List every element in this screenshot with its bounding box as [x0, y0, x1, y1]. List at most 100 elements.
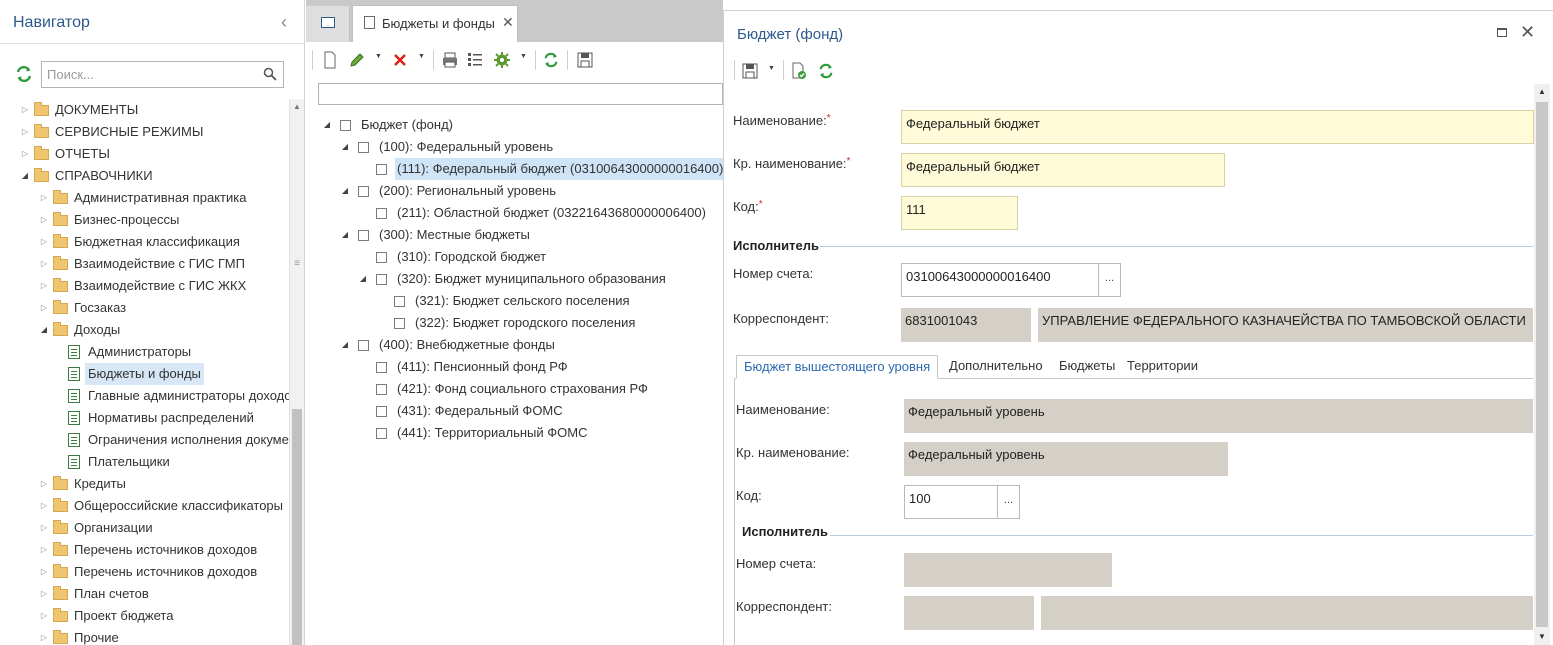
- expand-arrow-icon[interactable]: ▷: [20, 121, 30, 143]
- filter-field[interactable]: [318, 83, 723, 105]
- node-checkbox[interactable]: [376, 405, 387, 417]
- settings-dropdown-arrow-icon[interactable]: ▼: [520, 53, 527, 60]
- node-checkbox[interactable]: [376, 207, 387, 219]
- tree-node-400[interactable]: ◢ (400): Внебюджетные фонды: [340, 334, 555, 356]
- tree-node-421[interactable]: (421): Фонд социального страхования РФ: [358, 378, 648, 400]
- collapse-arrow-icon[interactable]: ◢: [340, 136, 350, 158]
- nav-item-goszakaz[interactable]: ▷ Госзаказ: [39, 297, 126, 319]
- settings-gear-icon[interactable]: [493, 51, 511, 69]
- nav-item-main-administrators[interactable]: Главные администраторы доходов: [64, 385, 289, 407]
- delete-dropdown-arrow-icon[interactable]: ▼: [418, 53, 425, 60]
- expand-arrow-icon[interactable]: ▷: [39, 583, 49, 605]
- nav-item-budgets-and-funds[interactable]: Бюджеты и фонды: [64, 363, 204, 385]
- collapse-arrow-icon[interactable]: ◢: [322, 114, 332, 136]
- nav-item-income[interactable]: ◢ Доходы: [39, 319, 120, 341]
- collapse-arrow-icon[interactable]: ◢: [340, 224, 350, 246]
- collapse-arrow-icon[interactable]: ◢: [340, 334, 350, 356]
- tree-node-111[interactable]: (111): Федеральный бюджет (0310064300000…: [358, 158, 723, 180]
- tab-budgets-and-funds[interactable]: Бюджеты и фонды ✕: [352, 5, 518, 42]
- short-name-field[interactable]: Федеральный бюджет: [901, 153, 1225, 187]
- refresh-icon[interactable]: [14, 64, 34, 84]
- node-checkbox[interactable]: [358, 339, 369, 351]
- navigator-scrollbar[interactable]: ▲ ≡: [289, 99, 304, 645]
- code-field[interactable]: 111: [901, 196, 1018, 230]
- scroll-up-arrow-icon[interactable]: ▲: [1534, 84, 1550, 100]
- scrollbar-thumb[interactable]: [292, 409, 302, 645]
- tab-budgets[interactable]: Бюджеты: [1055, 355, 1119, 379]
- tab-parent-budget[interactable]: Бюджет вышестоящего уровня: [736, 355, 939, 379]
- expand-arrow-icon[interactable]: ▷: [20, 143, 30, 165]
- collapse-arrow-icon[interactable]: ◢: [39, 319, 49, 341]
- save-icon[interactable]: [742, 62, 758, 80]
- expand-arrow-icon[interactable]: ▷: [39, 275, 49, 297]
- nav-item-organizations[interactable]: ▷ Организации: [39, 517, 153, 539]
- account-field[interactable]: 03100643000000016400: [901, 263, 1099, 297]
- tree-node-300[interactable]: ◢ (300): Местные бюджеты: [340, 224, 530, 246]
- node-checkbox[interactable]: [376, 427, 387, 439]
- save-dropdown-arrow-icon[interactable]: ▼: [768, 65, 775, 72]
- tree-node-320[interactable]: ◢ (320): Бюджет муниципального образован…: [358, 268, 666, 290]
- search-icon[interactable]: [263, 67, 277, 81]
- tree-node-321[interactable]: (321): Бюджет сельского поселения: [376, 290, 630, 312]
- nav-item-reports[interactable]: ▷ ОТЧЕТЫ: [20, 143, 110, 165]
- node-checkbox[interactable]: [358, 185, 369, 197]
- nav-item-service-modes[interactable]: ▷ СЕРВИСНЫЕ РЕЖИМЫ: [20, 121, 203, 143]
- nav-item-other[interactable]: ▷ Прочие: [39, 627, 119, 645]
- expand-arrow-icon[interactable]: ▷: [39, 517, 49, 539]
- scroll-down-arrow-icon[interactable]: ▼: [1534, 629, 1550, 645]
- check-document-icon[interactable]: [790, 62, 808, 80]
- node-checkbox[interactable]: [394, 295, 405, 307]
- save-icon[interactable]: [577, 51, 593, 69]
- expand-arrow-icon[interactable]: ▷: [39, 253, 49, 275]
- nav-item-payers[interactable]: Плательщики: [64, 451, 170, 473]
- collapse-arrow-icon[interactable]: ◢: [358, 268, 368, 290]
- edit-pencil-icon[interactable]: [348, 51, 366, 69]
- splitter-grip-icon[interactable]: ≡: [291, 259, 303, 269]
- expand-arrow-icon[interactable]: ▷: [39, 231, 49, 253]
- form-scrollbar[interactable]: ▲ ▼: [1534, 84, 1550, 645]
- nav-item-admin-practice[interactable]: ▷ Административная практика: [39, 187, 246, 209]
- tree-node-100[interactable]: ◢ (100): Федеральный уровень: [340, 136, 553, 158]
- new-document-icon[interactable]: [323, 51, 337, 69]
- nav-item-chart-of-accounts[interactable]: ▷ План счетов: [39, 583, 149, 605]
- navigator-search-field[interactable]: [41, 61, 284, 88]
- tree-node-211[interactable]: (211): Областной бюджет (032216436800000…: [358, 202, 706, 224]
- expand-arrow-icon[interactable]: ▷: [39, 187, 49, 209]
- tree-node-322[interactable]: (322): Бюджет городского поселения: [376, 312, 635, 334]
- node-checkbox[interactable]: [376, 383, 387, 395]
- tree-node-root[interactable]: ◢ Бюджет (фонд): [322, 114, 453, 136]
- close-icon[interactable]: ✕: [1520, 22, 1535, 43]
- edit-dropdown-arrow-icon[interactable]: ▼: [375, 53, 382, 60]
- tab-desktop[interactable]: [306, 6, 350, 42]
- expand-arrow-icon[interactable]: ▷: [39, 473, 49, 495]
- nav-item-budget-classification[interactable]: ▷ Бюджетная классификация: [39, 231, 240, 253]
- nav-item-gis-zhkh[interactable]: ▷ Взаимодействие с ГИС ЖКХ: [39, 275, 246, 297]
- refresh-icon[interactable]: [817, 62, 835, 80]
- node-checkbox[interactable]: [340, 119, 351, 131]
- nav-item-distribution-norms[interactable]: Нормативы распределений: [64, 407, 254, 429]
- delete-icon[interactable]: [392, 51, 408, 69]
- node-checkbox[interactable]: [376, 273, 387, 285]
- node-checkbox[interactable]: [358, 141, 369, 153]
- node-checkbox[interactable]: [376, 163, 387, 175]
- nav-item-documents[interactable]: ▷ ДОКУМЕНТЫ: [20, 99, 138, 121]
- expand-arrow-icon[interactable]: ▷: [39, 495, 49, 517]
- tree-node-411[interactable]: (411): Пенсионный фонд РФ: [358, 356, 568, 378]
- name-field[interactable]: Федеральный бюджет: [901, 110, 1534, 144]
- nav-item-all-russian-classifiers[interactable]: ▷ Общероссийские классификаторы: [39, 495, 283, 517]
- expand-arrow-icon[interactable]: ▷: [39, 627, 49, 645]
- search-input[interactable]: [42, 62, 252, 87]
- parent-code-select-button[interactable]: ...: [997, 485, 1020, 519]
- nav-item-gis-gmp[interactable]: ▷ Взаимодействие с ГИС ГМП: [39, 253, 245, 275]
- expand-arrow-icon[interactable]: ▷: [39, 297, 49, 319]
- nav-item-execution-limits[interactable]: Ограничения исполнения документов: [64, 429, 289, 451]
- nav-item-administrators[interactable]: Администраторы: [64, 341, 191, 363]
- node-checkbox[interactable]: [358, 229, 369, 241]
- expand-arrow-icon[interactable]: ▷: [39, 605, 49, 627]
- nav-item-credits[interactable]: ▷ Кредиты: [39, 473, 126, 495]
- tree-node-431[interactable]: (431): Федеральный ФОМС: [358, 400, 563, 422]
- collapse-arrow-icon[interactable]: ◢: [20, 165, 30, 187]
- close-tab-icon[interactable]: ✕: [502, 14, 514, 31]
- node-checkbox[interactable]: [376, 361, 387, 373]
- tab-additional[interactable]: Дополнительно: [945, 355, 1047, 379]
